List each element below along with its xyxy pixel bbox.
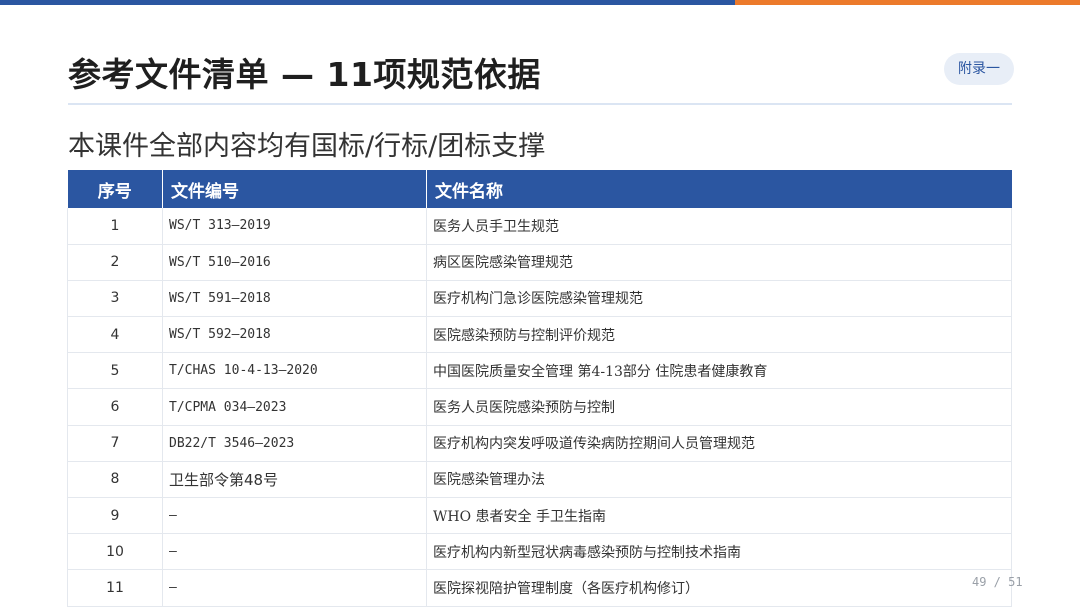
column-header-index: 序号	[67, 170, 163, 208]
table-row: 8 卫生部令第48号 医院感染管理办法	[67, 461, 1012, 499]
document-code: —	[162, 497, 427, 535]
document-code: T/CHAS 10-4-13—2020	[162, 352, 427, 390]
row-index: 4	[67, 316, 163, 354]
document-code: —	[162, 569, 427, 607]
document-code: WS/T 510—2016	[162, 244, 427, 281]
row-index: 1	[67, 208, 163, 245]
document-code: WS/T 591—2018	[162, 280, 427, 318]
document-name: 医院感染管理办法	[426, 461, 1012, 499]
document-code: —	[162, 533, 427, 571]
table-row: 11 — 医院探视陪护管理制度（各医疗机构修订）	[67, 569, 1012, 607]
row-index: 11	[67, 569, 163, 607]
document-code: WS/T 592—2018	[162, 316, 427, 354]
document-name: 医疗机构门急诊医院感染管理规范	[426, 280, 1012, 318]
document-name: 中国医院质量安全管理 第4-13部分 住院患者健康教育	[426, 352, 1012, 390]
table-row: 7 DB22/T 3546—2023 医疗机构内突发呼吸道传染病防控期间人员管理…	[67, 425, 1012, 462]
row-index: 2	[67, 244, 163, 281]
row-index: 3	[67, 280, 163, 318]
title-divider	[68, 103, 1012, 105]
table-row: 1 WS/T 313—2019 医务人员手卫生规范	[67, 208, 1012, 245]
page-subtitle: 本课件全部内容均有国标/行标/团标支撑	[68, 131, 546, 162]
table-row: 10 — 医疗机构内新型冠状病毒感染预防与控制技术指南	[67, 533, 1012, 571]
document-name: WHO 患者安全 手卫生指南	[426, 497, 1012, 535]
top-accent-bar-orange	[735, 0, 1080, 5]
reference-table: 序号 文件编号 文件名称 1 WS/T 313—2019 医务人员手卫生规范 2…	[67, 170, 1012, 607]
top-accent-bar	[0, 0, 1080, 5]
table-row: 3 WS/T 591—2018 医疗机构门急诊医院感染管理规范	[67, 280, 1012, 318]
row-index: 9	[67, 497, 163, 535]
table-row: 2 WS/T 510—2016 病区医院感染管理规范	[67, 244, 1012, 281]
document-code: T/CPMA 034—2023	[162, 388, 427, 426]
document-name: 医疗机构内突发呼吸道传染病防控期间人员管理规范	[426, 425, 1012, 462]
table-row: 5 T/CHAS 10-4-13—2020 中国医院质量安全管理 第4-13部分…	[67, 352, 1012, 390]
table-row: 9 — WHO 患者安全 手卫生指南	[67, 497, 1012, 535]
table-header-row: 序号 文件编号 文件名称	[67, 170, 1012, 208]
document-code: DB22/T 3546—2023	[162, 425, 427, 462]
document-name: 病区医院感染管理规范	[426, 244, 1012, 281]
document-name: 医院感染预防与控制评价规范	[426, 316, 1012, 354]
row-index: 5	[67, 352, 163, 390]
document-code: 卫生部令第48号	[162, 461, 427, 499]
row-index: 8	[67, 461, 163, 499]
document-name: 医务人员手卫生规范	[426, 208, 1012, 245]
appendix-badge: 附录一	[944, 53, 1014, 85]
column-header-name: 文件名称	[426, 170, 1012, 208]
document-name: 医务人员医院感染预防与控制	[426, 388, 1012, 426]
document-code: WS/T 313—2019	[162, 208, 427, 245]
table-row: 6 T/CPMA 034—2023 医务人员医院感染预防与控制	[67, 388, 1012, 426]
row-index: 10	[67, 533, 163, 571]
document-name: 医院探视陪护管理制度（各医疗机构修订）	[426, 569, 1012, 607]
top-accent-bar-blue	[0, 0, 735, 5]
column-header-code: 文件编号	[162, 170, 427, 208]
page-number: 49 / 51	[972, 575, 1023, 589]
table-row: 4 WS/T 592—2018 医院感染预防与控制评价规范	[67, 316, 1012, 354]
row-index: 7	[67, 425, 163, 462]
document-name: 医疗机构内新型冠状病毒感染预防与控制技术指南	[426, 533, 1012, 571]
page-title: 参考文件清单 — 11项规范依据	[68, 55, 541, 94]
row-index: 6	[67, 388, 163, 426]
